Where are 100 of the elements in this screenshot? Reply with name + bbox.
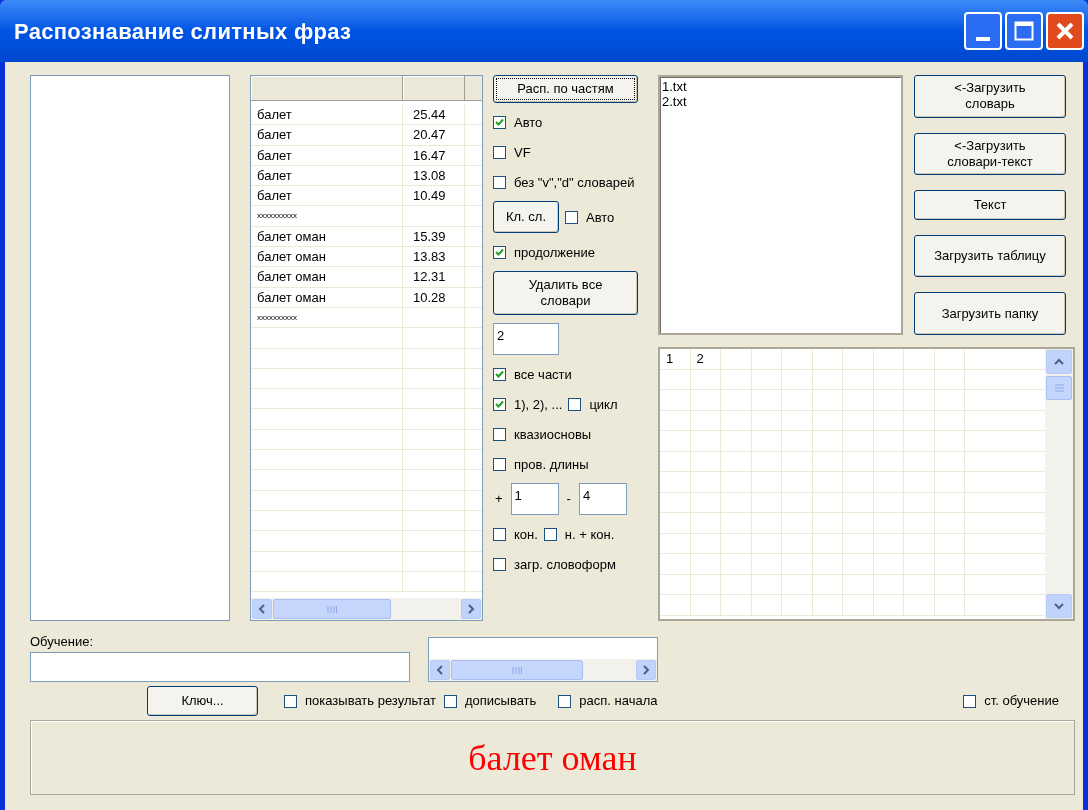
table-cell: балет [251,145,403,165]
checkbox-label: расп. начала [579,692,658,711]
checkbox[interactable] [963,694,977,708]
table-cell: балет [251,186,403,206]
grid-cell: 2 [690,349,721,369]
checkbox-label: кон. [514,526,538,542]
checkbox[interactable] [493,457,506,471]
table-cell: 15.39 [403,226,465,247]
button[interactable]: <-Загрузить словарь [914,75,1066,118]
checkbox-label: квазиосновы [514,426,592,442]
table-cell: 20.47 [403,125,465,145]
scroll-down-button[interactable] [1046,594,1072,618]
checkbox-label: показывать результат [305,692,436,711]
table-cell: xxxxxxxxxx [251,206,403,226]
horizontal-scrollbar[interactable] [251,598,482,620]
grip-icon [327,605,337,613]
button[interactable]: Текст [914,190,1066,220]
vertical-scrollbar[interactable] [1045,349,1073,619]
button[interactable]: Кл. сл. [493,201,559,233]
sign-label: - [565,490,572,509]
file-item[interactable]: 2.txt [662,94,899,109]
sign-label: + [494,490,504,509]
grip-icon [1054,383,1064,393]
checkbox[interactable] [493,175,506,189]
checkbox-label: продолжение [514,244,595,260]
table-cell: балет [251,105,403,125]
checkbox-label: цикл [589,396,618,412]
table-cell: 16.47 [403,145,465,165]
button[interactable]: Удалить все словари [493,271,638,315]
button[interactable]: Расп. по частям [493,75,638,103]
checkbox-label: без "v","d" словарей [514,174,635,190]
grip-icon [512,666,522,674]
file-item[interactable]: 1.txt [662,79,899,94]
table-cell: балет [251,125,403,145]
checkbox[interactable] [565,210,578,224]
checkbox-label: дописывать [464,692,537,711]
checkbox[interactable] [493,145,506,159]
scroll-left-button[interactable] [252,599,272,619]
button[interactable]: Ключ... [147,686,258,716]
checkbox[interactable] [558,694,572,708]
checkbox-label: пров. длины [514,456,589,472]
minimize-icon [976,37,990,41]
checkbox[interactable] [543,527,557,541]
grid-cell: 1 [660,349,691,369]
checkbox[interactable] [493,557,506,571]
table-cell: балет [251,165,403,186]
checkbox[interactable] [284,694,297,708]
checkbox[interactable] [568,397,582,411]
checkmark-icon [495,117,504,127]
checkbox[interactable] [493,427,506,441]
button[interactable]: <-Загрузить словари-текст [914,132,1066,176]
window-title: Распознавание слитных фраз [14,17,352,46]
result-text: балет оман [468,736,637,780]
close-button[interactable] [1046,12,1084,50]
checkmark-icon [495,247,504,257]
table-cell: 13.08 [403,165,465,186]
table-cell: 10.49 [403,186,465,206]
checkbox[interactable] [493,245,506,259]
checkbox-label: VF [514,144,531,160]
table-cell: 12.31 [403,267,465,287]
horizontal-scrollbar[interactable] [429,659,657,681]
checkbox-label: Авто [514,114,543,130]
training-field[interactable] [30,652,410,682]
scroll-left-button[interactable] [430,660,450,680]
file-list[interactable]: 1.txt 2.txt [658,75,903,335]
minimize-button[interactable] [964,12,1002,50]
table-cell: 10.28 [403,287,465,307]
table-cell: 13.83 [403,247,465,267]
checkbox[interactable] [493,527,506,541]
scroll-thumb[interactable] [451,660,583,680]
checkbox[interactable] [493,115,506,129]
table-cell: балет оман [251,226,403,247]
button[interactable]: Загрузить папку [914,292,1066,335]
maximize-icon [1014,21,1034,41]
scroll-right-button[interactable] [461,599,481,619]
scroll-right-button[interactable] [636,660,656,680]
close-icon [1055,21,1075,41]
table-cell: балет оман [251,287,403,307]
table-cell: балет оман [251,267,403,287]
checkbox-label: все части [514,366,572,382]
checkbox-label: загр. словоформ [514,556,616,572]
maximize-button[interactable] [1005,12,1043,50]
checkbox-label: ст. обучение [984,692,1059,711]
checkbox[interactable] [443,694,457,708]
checkmark-icon [495,399,504,409]
scroll-thumb[interactable] [273,599,391,619]
checkmark-icon [495,369,504,379]
table-cell: 25.44 [403,105,465,125]
scroll-thumb[interactable] [1046,376,1072,400]
input-field[interactable]: 4 [578,483,627,515]
checkbox[interactable] [493,397,506,411]
scroll-up-button[interactable] [1046,350,1072,374]
table-cell: xxxxxxxxxx [251,307,403,328]
checkbox[interactable] [493,367,506,381]
input-field[interactable]: 2 [493,323,559,355]
button[interactable]: Загрузить таблицу [914,234,1066,278]
checkbox-label: н. + кон. [564,526,615,542]
input-field[interactable]: 1 [510,483,559,515]
checkbox-label: 1), 2), ... [514,396,563,412]
list-box[interactable] [428,637,658,682]
